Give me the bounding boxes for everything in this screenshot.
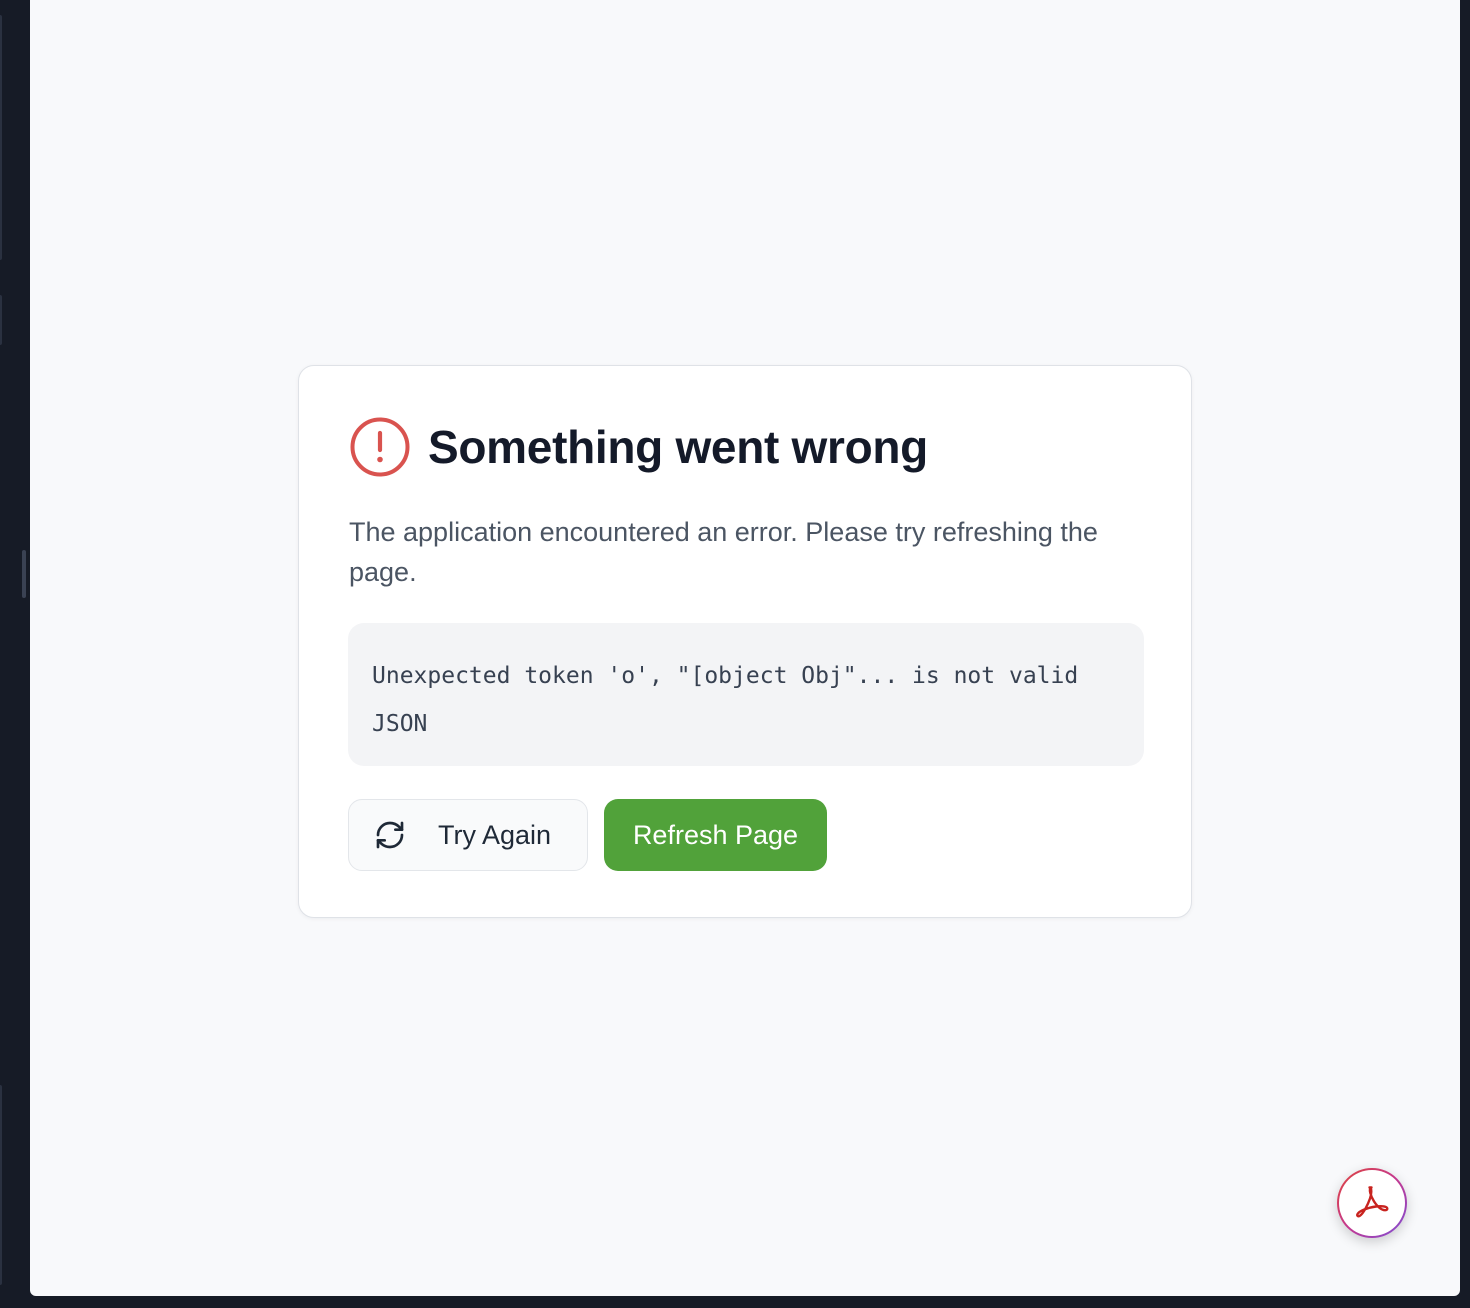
left-panel-segment	[0, 295, 2, 345]
main-content: Something went wrong The application enc…	[30, 0, 1460, 1296]
refresh-page-label: Refresh Page	[632, 819, 799, 850]
error-description: The application encountered an error. Pl…	[349, 517, 1098, 587]
error-message: Unexpected token 'o', "[object Obj"... i…	[372, 663, 1093, 737]
acrobat-floating-button[interactable]	[1337, 1168, 1407, 1238]
resize-handle[interactable]	[22, 550, 26, 598]
error-title: Something went wrong	[428, 421, 928, 473]
left-panel-segment	[0, 15, 2, 260]
left-panel-segment	[0, 1085, 2, 1285]
error-details-box: Unexpected token 'o', "[object Obj"... i…	[348, 623, 1144, 766]
error-actions: Try Again Refresh Page	[348, 799, 827, 871]
error-header: Something went wrong	[349, 416, 928, 478]
refresh-page-button[interactable]: Refresh Page	[604, 799, 827, 871]
error-card: Something went wrong The application enc…	[298, 365, 1192, 918]
refresh-icon	[374, 819, 406, 851]
try-again-button[interactable]: Try Again	[348, 799, 588, 871]
left-panel-edge	[0, 0, 30, 1308]
try-again-label: Try Again	[438, 819, 552, 850]
alert-circle-icon	[349, 416, 411, 478]
acrobat-pdf-icon	[1352, 1181, 1392, 1226]
